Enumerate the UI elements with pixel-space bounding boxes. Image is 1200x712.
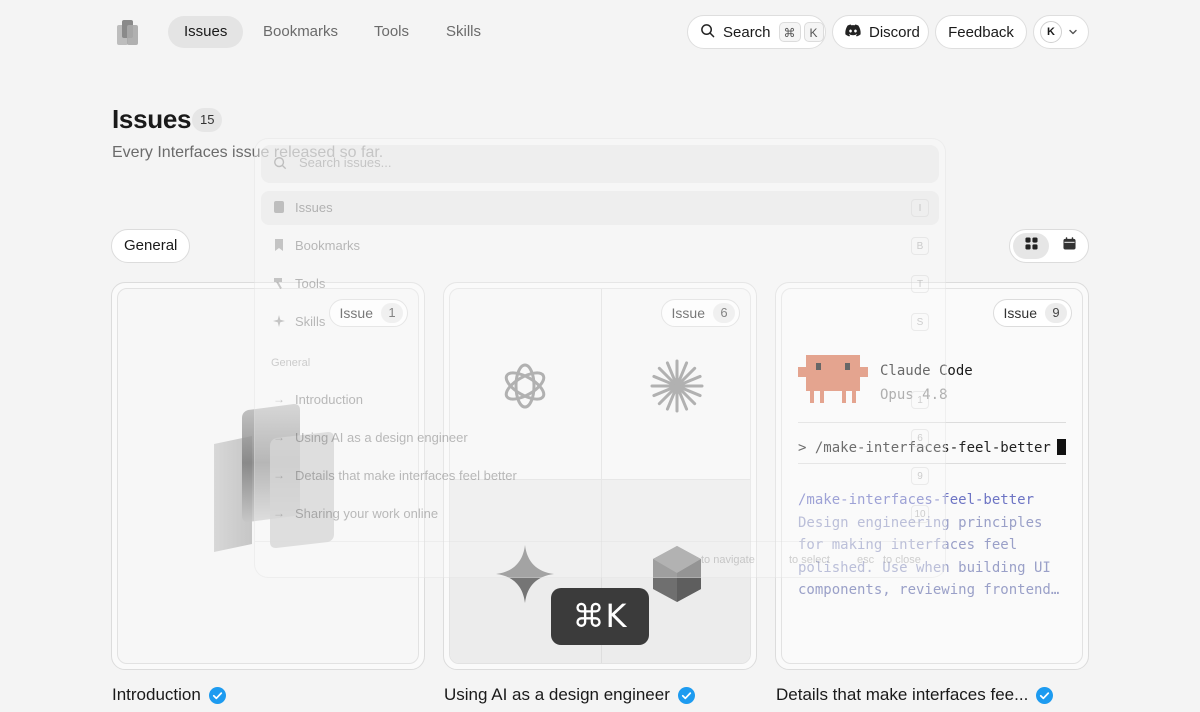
palette-search-input[interactable]: Search issues... bbox=[299, 155, 392, 170]
card-title-introduction[interactable]: Introduction bbox=[112, 685, 226, 705]
palette-issue-item[interactable]: → Sharing your work online 10 bbox=[261, 497, 939, 531]
nav-tab-skills[interactable]: Skills bbox=[430, 16, 497, 48]
discord-icon bbox=[845, 24, 861, 41]
palette-footer: to navigate to select esc to close bbox=[255, 541, 945, 579]
terminal-output-line: components, reviewing frontend… bbox=[798, 582, 1060, 598]
grid-icon bbox=[1024, 237, 1038, 255]
hint-select: to select bbox=[789, 554, 830, 566]
terminal-cursor bbox=[1056, 439, 1066, 455]
palette-item-skills[interactable]: Skills S bbox=[261, 305, 939, 339]
page-title: Issues bbox=[112, 104, 192, 134]
kbd-k: K bbox=[803, 22, 824, 42]
palette-issue-item[interactable]: → Using AI as a design engineer 6 bbox=[261, 421, 939, 455]
nav-tab-tools[interactable]: Tools bbox=[358, 16, 425, 48]
calendar-icon bbox=[1062, 237, 1076, 255]
palette-item-key: B bbox=[911, 237, 929, 255]
issue-badge-label: Issue bbox=[1003, 305, 1037, 321]
app-logo[interactable] bbox=[112, 16, 144, 48]
verified-badge-icon bbox=[1036, 686, 1054, 704]
verified-badge-icon bbox=[677, 686, 695, 704]
palette-item-label: Sharing your work online bbox=[295, 506, 439, 521]
chevron-down-icon bbox=[1068, 24, 1078, 41]
account-menu[interactable]: K bbox=[1033, 15, 1089, 49]
top-nav: Issues Bookmarks Tools Skills Search ⌘ K… bbox=[0, 0, 1200, 64]
hammer-icon bbox=[274, 278, 282, 289]
avatar: K bbox=[1040, 21, 1062, 43]
palette-item-issues[interactable]: Issues I bbox=[261, 191, 939, 225]
discord-label: Discord bbox=[869, 23, 920, 41]
card-title-text: Details that make interfaces fee... bbox=[776, 685, 1029, 704]
arrow-right-icon: → bbox=[273, 392, 285, 406]
palette-item-label: Bookmarks bbox=[295, 238, 361, 253]
palette-item-key: T bbox=[911, 275, 929, 293]
verified-badge-icon bbox=[208, 686, 226, 704]
bookmark-icon bbox=[275, 239, 283, 251]
palette-item-key: 10 bbox=[911, 505, 929, 523]
palette-section-label: General bbox=[271, 357, 311, 369]
palette-search[interactable]: Search issues... bbox=[261, 145, 939, 183]
search-icon bbox=[700, 23, 715, 42]
card-title-using-ai[interactable]: Using AI as a design engineer bbox=[444, 685, 695, 705]
command-palette: Search issues... Issues I Bookmarks B To… bbox=[254, 138, 946, 578]
search-icon bbox=[274, 157, 287, 170]
nav-tab-issues[interactable]: Issues bbox=[168, 16, 244, 48]
nav-tab-bookmarks[interactable]: Bookmarks bbox=[247, 16, 354, 48]
document-icon bbox=[274, 201, 284, 213]
issue-badge: Issue 9 bbox=[992, 299, 1072, 327]
arrow-right-icon: → bbox=[273, 468, 285, 482]
discord-button[interactable]: Discord bbox=[832, 15, 929, 49]
palette-item-label: Details that make interfaces feel better bbox=[295, 468, 517, 483]
palette-item-bookmarks[interactable]: Bookmarks B bbox=[261, 229, 939, 263]
feedback-button[interactable]: Feedback bbox=[935, 15, 1027, 49]
palette-item-key: S bbox=[911, 313, 929, 331]
grid-view-button[interactable] bbox=[1013, 233, 1049, 259]
filter-chip-general[interactable]: General bbox=[111, 229, 191, 263]
palette-issue-item[interactable]: → Details that make interfaces feel bett… bbox=[261, 459, 939, 493]
view-toggle bbox=[1009, 229, 1089, 263]
palette-item-label: Tools bbox=[295, 276, 326, 291]
palette-item-label: Using AI as a design engineer bbox=[295, 430, 468, 445]
sparkle-icon bbox=[273, 315, 285, 327]
shortcut-overlay: ⌘K bbox=[551, 588, 649, 645]
card-title-text: Introduction bbox=[112, 685, 201, 704]
search-button[interactable]: Search ⌘ K bbox=[687, 15, 826, 49]
palette-item-tools[interactable]: Tools T bbox=[261, 267, 939, 301]
palette-item-label: Skills bbox=[295, 314, 326, 329]
hint-esc-key: esc bbox=[857, 554, 875, 566]
palette-issue-item[interactable]: → Introduction 1 bbox=[261, 383, 939, 417]
palette-item-key: I bbox=[911, 199, 929, 217]
palette-item-key: 9 bbox=[911, 467, 929, 485]
palette-item-key: 6 bbox=[911, 429, 929, 447]
issue-count-badge: 15 bbox=[192, 108, 223, 132]
card-title-text: Using AI as a design engineer bbox=[444, 685, 670, 704]
kbd-cmd: ⌘ bbox=[778, 22, 801, 42]
palette-item-label: Introduction bbox=[295, 392, 363, 407]
issue-number: 9 bbox=[1045, 303, 1067, 323]
palette-item-key: 1 bbox=[911, 391, 929, 409]
arrow-right-icon: → bbox=[273, 430, 285, 444]
palette-item-label: Issues bbox=[295, 200, 333, 215]
feedback-label: Feedback bbox=[948, 23, 1014, 41]
card-title-details[interactable]: Details that make interfaces fee... bbox=[776, 685, 1054, 705]
calendar-view-button[interactable] bbox=[1051, 233, 1087, 259]
hint-close: to close bbox=[883, 554, 921, 566]
arrow-right-icon: → bbox=[273, 506, 285, 520]
search-label: Search bbox=[723, 23, 771, 41]
hint-navigate: to navigate bbox=[701, 554, 755, 566]
